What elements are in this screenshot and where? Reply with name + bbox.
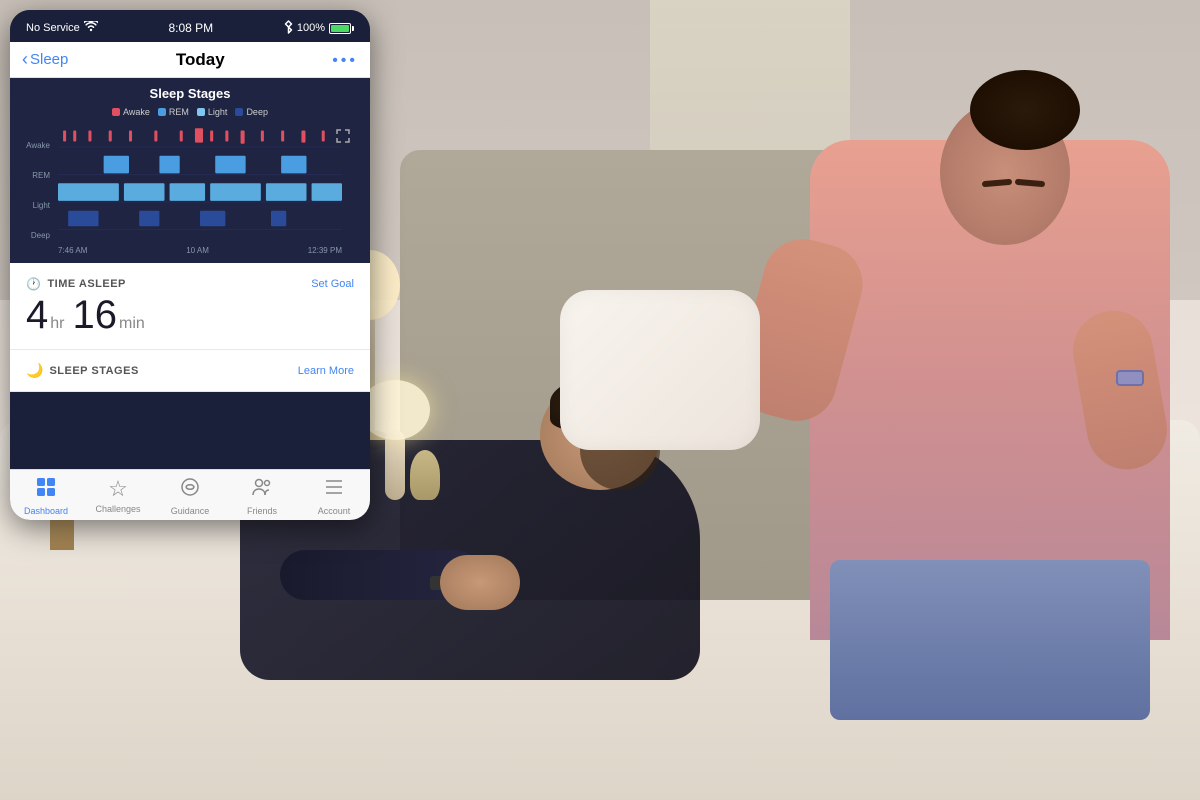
learn-more-button[interactable]: Learn More xyxy=(298,365,354,377)
person-woman xyxy=(740,40,1170,720)
sleep-minutes: 16 xyxy=(72,295,117,335)
legend-light: Light xyxy=(197,107,228,117)
light-label: Light xyxy=(208,107,228,117)
page-title: Today xyxy=(68,50,332,70)
challenges-icon: ☆ xyxy=(108,476,128,502)
dashboard-label: Dashboard xyxy=(24,506,68,516)
chart-y-labels: Awake REM Light Deep xyxy=(22,125,54,255)
chart-legend: Awake REM Light Deep xyxy=(22,107,358,117)
status-bar: No Service 8:08 PM 100% xyxy=(10,10,370,42)
status-right: 100% xyxy=(284,20,354,37)
back-label: Sleep xyxy=(30,51,68,68)
back-button[interactable]: ‹ Sleep xyxy=(22,49,68,70)
legend-awake: Awake xyxy=(112,107,150,117)
battery-icon xyxy=(329,23,354,34)
account-label: Account xyxy=(318,506,351,516)
chart-x-labels: 7:46 AM 10 AM 12:39 PM xyxy=(58,246,342,255)
clock-icon: 🕐 xyxy=(26,277,41,291)
tab-friends[interactable]: Friends xyxy=(235,476,290,516)
challenges-label: Challenges xyxy=(95,504,140,514)
moon-icon: 🌙 xyxy=(26,362,43,379)
wifi-icon xyxy=(84,21,98,35)
legend-rem: REM xyxy=(158,107,189,117)
x-label-mid: 10 AM xyxy=(186,246,209,255)
fitbit-tracker-woman xyxy=(1105,370,1155,400)
sleep-hours: 4 xyxy=(26,295,48,335)
time-asleep-header: 🕐 TIME ASLEEP Set Goal xyxy=(26,277,354,291)
light-dot xyxy=(197,108,205,116)
battery-percent: 100% xyxy=(297,22,325,34)
account-icon xyxy=(323,476,345,504)
content-area: 🕐 TIME ASLEEP Set Goal 4 hr 16 min 🌙 SLE… xyxy=(10,263,370,392)
deep-label: Deep xyxy=(246,107,268,117)
pillow xyxy=(560,290,760,450)
nav-bar: ‹ Sleep Today ••• xyxy=(10,42,370,78)
guidance-icon xyxy=(179,476,201,504)
tab-dashboard[interactable]: Dashboard xyxy=(19,476,74,516)
chart-section: Sleep Stages Awake REM Light Deep xyxy=(10,78,370,263)
phone-overlay: No Service 8:08 PM 100% xyxy=(10,10,370,520)
friends-label: Friends xyxy=(247,506,277,516)
rem-dot xyxy=(158,108,166,116)
tab-account[interactable]: Account xyxy=(307,476,362,516)
y-label-awake: Awake xyxy=(22,141,54,150)
x-label-start: 7:46 AM xyxy=(58,246,87,255)
sleep-duration: 4 hr 16 min xyxy=(26,295,354,335)
legend-deep: Deep xyxy=(235,107,268,117)
y-label-deep: Deep xyxy=(22,231,54,240)
more-button[interactable]: ••• xyxy=(332,48,358,71)
dashboard-icon xyxy=(35,476,57,504)
sleep-stages-label: SLEEP STAGES xyxy=(49,365,138,377)
rem-label: REM xyxy=(169,107,189,117)
sleep-stages-left: 🌙 SLEEP STAGES xyxy=(26,362,139,379)
expand-button[interactable] xyxy=(336,129,350,146)
x-label-end: 12:39 PM xyxy=(308,246,342,255)
deep-dot xyxy=(235,108,243,116)
status-left: No Service xyxy=(26,21,98,35)
chart-canvas xyxy=(58,125,342,235)
time-asleep-label-group: 🕐 TIME ASLEEP xyxy=(26,277,126,291)
y-label-light: Light xyxy=(22,201,54,210)
guidance-label: Guidance xyxy=(171,506,210,516)
awake-label: Awake xyxy=(123,107,150,117)
friends-icon xyxy=(251,476,273,504)
bluetooth-icon xyxy=(284,20,293,37)
back-arrow-icon: ‹ xyxy=(22,49,28,70)
time-asleep-section: 🕐 TIME ASLEEP Set Goal 4 hr 16 min xyxy=(10,263,370,350)
tab-challenges[interactable]: ☆ Challenges xyxy=(91,476,146,516)
sleep-chart-area: Awake REM Light Deep xyxy=(22,125,358,255)
time-asleep-label: TIME ASLEEP xyxy=(47,278,125,290)
min-unit: min xyxy=(119,315,145,333)
more-icon: ••• xyxy=(332,52,358,69)
sleep-stages-section: 🌙 SLEEP STAGES Learn More xyxy=(10,350,370,392)
hr-unit: hr xyxy=(50,315,64,333)
tab-guidance[interactable]: Guidance xyxy=(163,476,218,516)
awake-dot xyxy=(112,108,120,116)
sleep-svg xyxy=(58,125,342,235)
tab-bar: Dashboard ☆ Challenges Guidance xyxy=(10,469,370,520)
time-display: 8:08 PM xyxy=(168,21,213,35)
no-service-text: No Service xyxy=(26,22,80,34)
set-goal-button[interactable]: Set Goal xyxy=(311,278,354,290)
y-label-rem: REM xyxy=(22,171,54,180)
chart-title: Sleep Stages xyxy=(22,86,358,101)
